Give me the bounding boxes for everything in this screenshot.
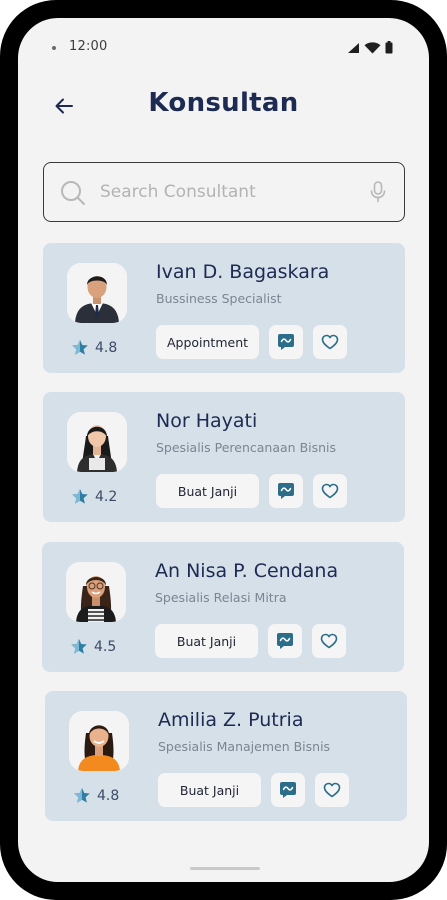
battery-icon bbox=[385, 41, 393, 54]
avatar bbox=[67, 263, 127, 323]
consultant-card[interactable]: 4.8 Amilia Z. Putria Spesialis Manajemen… bbox=[45, 691, 407, 821]
favorite-button[interactable] bbox=[315, 773, 349, 807]
home-indicator[interactable] bbox=[190, 867, 260, 870]
favorite-button[interactable] bbox=[312, 624, 346, 658]
star-icon bbox=[74, 788, 90, 803]
cellular-signal-icon bbox=[347, 42, 360, 54]
appointment-button[interactable]: Buat Janji bbox=[158, 773, 261, 807]
consultant-card[interactable]: 4.5 An Nisa P. Cendana Spesialis Relasi … bbox=[42, 542, 404, 672]
rating: 4.5 bbox=[70, 638, 116, 655]
search-icon bbox=[61, 181, 85, 205]
search-input[interactable] bbox=[100, 163, 350, 221]
rating: 4.8 bbox=[71, 339, 117, 356]
star-icon bbox=[71, 639, 87, 654]
consultant-name: An Nisa P. Cendana bbox=[155, 560, 339, 582]
avatar bbox=[67, 412, 127, 472]
rating: 4.8 bbox=[73, 787, 119, 804]
consultant-name: Ivan D. Bagaskara bbox=[156, 261, 330, 283]
chat-button[interactable] bbox=[268, 624, 302, 658]
heart-icon bbox=[320, 633, 338, 649]
heart-icon bbox=[321, 334, 339, 350]
star-icon bbox=[72, 340, 88, 355]
consultant-name: Nor Hayati bbox=[156, 410, 258, 432]
screen: 12:00 Konsultan Search Consultant 4.8 Iv… bbox=[18, 18, 429, 882]
appointment-button[interactable]: Appointment bbox=[156, 325, 259, 359]
wifi-icon bbox=[364, 41, 381, 54]
favorite-button[interactable] bbox=[313, 474, 347, 508]
star-icon bbox=[72, 489, 88, 504]
rating: 4.2 bbox=[71, 488, 117, 505]
avatar bbox=[66, 562, 126, 622]
status-bar: 12:00 bbox=[18, 18, 429, 74]
chat-button[interactable] bbox=[269, 325, 303, 359]
microphone-icon[interactable] bbox=[370, 181, 386, 203]
consultant-role: Spesialis Manajemen Bisnis bbox=[158, 739, 331, 754]
consultant-role: Spesialis Perencanaan Bisnis bbox=[156, 440, 337, 455]
consultant-name: Amilia Z. Putria bbox=[158, 709, 304, 731]
search-bar[interactable] bbox=[43, 162, 405, 222]
heart-icon bbox=[323, 782, 341, 798]
chat-icon bbox=[280, 782, 296, 798]
rating-value: 4.2 bbox=[95, 488, 118, 505]
phone-frame: 12:00 Konsultan Search Consultant 4.8 Iv… bbox=[0, 0, 447, 900]
status-icons bbox=[347, 41, 393, 54]
rating-value: 4.8 bbox=[97, 787, 120, 804]
consultant-card[interactable]: 4.8 Ivan D. Bagaskara Bussiness Speciali… bbox=[43, 243, 405, 373]
appointment-button[interactable]: Buat Janji bbox=[156, 474, 259, 508]
notification-dot bbox=[52, 46, 56, 50]
chat-button[interactable] bbox=[271, 773, 305, 807]
status-time: 12:00 bbox=[69, 39, 108, 54]
chat-button[interactable] bbox=[269, 474, 303, 508]
chat-icon bbox=[278, 483, 294, 499]
consultant-card[interactable]: 4.2 Nor Hayati Spesialis Perencanaan Bis… bbox=[43, 392, 405, 522]
chat-icon bbox=[278, 334, 294, 350]
rating-value: 4.5 bbox=[94, 638, 117, 655]
avatar bbox=[69, 711, 129, 771]
chat-icon bbox=[277, 633, 293, 649]
heart-icon bbox=[321, 483, 339, 499]
appointment-button[interactable]: Buat Janji bbox=[155, 624, 258, 658]
page-title: Konsultan bbox=[148, 88, 299, 118]
rating-value: 4.8 bbox=[95, 339, 118, 356]
consultant-role: Bussiness Specialist bbox=[156, 291, 282, 306]
favorite-button[interactable] bbox=[313, 325, 347, 359]
consultant-role: Spesialis Relasi Mitra bbox=[155, 590, 287, 605]
